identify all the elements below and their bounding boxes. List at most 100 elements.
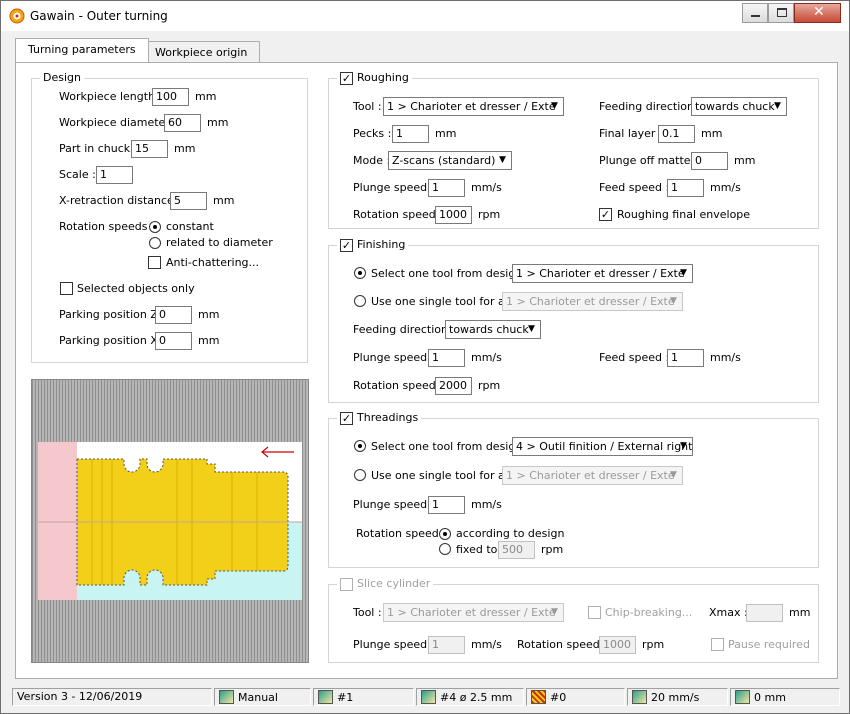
xmax-input[interactable] xyxy=(746,604,783,622)
main-window: Gawain - Outer turning ✕ Turning paramet… xyxy=(0,0,850,714)
threadings-single-tool-combo[interactable]: 1 > Charioter et dresser / Exte ▼ xyxy=(502,466,683,485)
rotation-related-radio[interactable] xyxy=(149,237,161,249)
workpiece-length-input[interactable]: 100 xyxy=(152,88,189,106)
tool-diameter-icon xyxy=(421,690,436,704)
part-in-chuck-label: Part in chuck : xyxy=(59,142,138,155)
roughing-feed-label: Feed speed : xyxy=(599,181,670,194)
tab-turning-parameters[interactable]: Turning parameters xyxy=(15,38,149,62)
selected-objects-label: Selected objects only xyxy=(77,282,195,295)
roughing-tool-select[interactable]: 1 > Charioter et dresser / Exte ▼ xyxy=(383,97,564,116)
chevron-down-icon: ▼ xyxy=(670,470,677,480)
roughing-rotation-unit: rpm xyxy=(478,208,501,221)
chevron-down-icon: ▼ xyxy=(551,101,558,111)
manual-mode-icon xyxy=(219,690,234,704)
rotation-fixed-input[interactable]: 500 xyxy=(498,541,535,559)
roughing-envelope-checkbox[interactable]: ✓ xyxy=(599,208,612,221)
tab-workpiece-origin[interactable]: Workpiece origin xyxy=(142,41,261,63)
status-version: Version 3 - 12/06/2019 xyxy=(12,688,212,706)
anti-chattering-checkbox[interactable] xyxy=(148,256,161,269)
slice-plunge-input[interactable]: 1 xyxy=(428,636,465,654)
finishing-single-tool-combo[interactable]: 1 > Charioter et dresser / Exte ▼ xyxy=(502,292,683,311)
workpiece-drawing xyxy=(38,442,302,600)
pecks-label: Pecks : xyxy=(353,127,392,140)
plunge-off-label: Plunge off matter : xyxy=(599,154,703,167)
threadings-select-tool-label: Select one tool from design : xyxy=(371,440,530,453)
parking-z-label: Parking position Z : xyxy=(59,308,166,321)
plunge-off-input[interactable]: 0 xyxy=(691,152,728,170)
threadings-plunge-unit: mm/s xyxy=(471,498,502,511)
maximize-button[interactable] xyxy=(768,3,794,23)
part-in-chuck-input[interactable]: 15 xyxy=(131,140,168,158)
roughing-checkbox[interactable]: ✓ xyxy=(340,72,353,85)
slice-plunge-unit: mm/s xyxy=(471,638,502,651)
roughing-rotation-label: Rotation speed : xyxy=(353,208,443,221)
threadings-plunge-label: Plunge speed : xyxy=(353,498,435,511)
status-speed-text: 20 mm/s xyxy=(651,691,700,704)
finishing-checkbox[interactable]: ✓ xyxy=(340,239,353,252)
scale-input[interactable]: 1 xyxy=(96,166,133,184)
threadings-select-tool-radio[interactable] xyxy=(354,440,366,452)
finishing-rotation-input[interactable]: 2000 xyxy=(435,377,472,395)
workpiece-length-unit: mm xyxy=(195,90,217,103)
rotation-design-label: according to design xyxy=(456,527,565,540)
finishing-feeddir-select[interactable]: towards chuck ▼ xyxy=(445,320,541,339)
parking-z-input[interactable]: 0 xyxy=(155,306,192,324)
roughing-plunge-input[interactable]: 1 xyxy=(428,179,465,197)
threadings-select-tool-combo[interactable]: 4 > Outil finition / External right ▼ xyxy=(512,437,693,456)
selected-objects-checkbox[interactable] xyxy=(60,282,73,295)
status-mode-text: Manual xyxy=(238,691,278,704)
roughing-feed-input[interactable]: 1 xyxy=(667,179,704,197)
final-layer-unit: mm xyxy=(701,127,723,140)
chip-breaking-checkbox[interactable] xyxy=(588,606,601,619)
finishing-feed-input[interactable]: 1 xyxy=(667,349,704,367)
rotation-constant-radio[interactable] xyxy=(149,221,161,233)
design-title: Design xyxy=(40,71,84,84)
x-retraction-input[interactable]: 5 xyxy=(170,192,207,210)
chevron-down-icon: ▼ xyxy=(680,268,687,278)
status-bar: Version 3 - 12/06/2019 Manual #1 #4 ø 2.… xyxy=(1,685,849,713)
finishing-select-tool-combo[interactable]: 1 > Charioter et dresser / Exte ▼ xyxy=(512,264,693,283)
parking-z-unit: mm xyxy=(198,308,220,321)
slice-rotation-label: Rotation speed : xyxy=(517,638,607,651)
chevron-down-icon: ▼ xyxy=(670,296,677,306)
status-tool-info-text: #4 ø 2.5 mm xyxy=(440,691,513,704)
part-in-chuck-unit: mm xyxy=(174,142,196,155)
finishing-rotation-label: Rotation speed : xyxy=(353,379,443,392)
workpiece-diameter-unit: mm xyxy=(207,116,229,129)
slice-rotation-input[interactable]: 1000 xyxy=(599,636,636,654)
anti-chattering-label: Anti-chattering... xyxy=(166,256,260,269)
x-retraction-unit: mm xyxy=(213,194,235,207)
rotation-fixed-radio[interactable] xyxy=(439,543,451,555)
threadings-checkbox[interactable]: ✓ xyxy=(340,412,353,425)
mode-select[interactable]: Z-scans (standard) ▼ xyxy=(388,151,512,170)
pause-required-checkbox[interactable] xyxy=(711,638,724,651)
roughing-feeddir-select[interactable]: towards chuck ▼ xyxy=(691,97,787,116)
final-layer-input[interactable]: 0.1 xyxy=(658,125,695,143)
finishing-select-tool-radio[interactable] xyxy=(354,267,366,279)
slice-tool-value: 1 > Charioter et dresser / Exte xyxy=(387,606,556,619)
rotation-design-radio[interactable] xyxy=(439,528,451,540)
finishing-plunge-label: Plunge speed : xyxy=(353,351,435,364)
finishing-single-tool-radio[interactable] xyxy=(354,295,366,307)
parking-x-unit: mm xyxy=(198,334,220,347)
pecks-input[interactable]: 1 xyxy=(392,125,429,143)
parking-x-input[interactable]: 0 xyxy=(155,332,192,350)
threadings-plunge-input[interactable]: 1 xyxy=(428,496,465,514)
xmax-unit: mm xyxy=(789,606,811,619)
rotation-constant-label: constant xyxy=(166,220,214,233)
mode-label: Mode : xyxy=(353,154,391,167)
minimize-button[interactable] xyxy=(742,3,768,23)
slice-cylinder-checkbox[interactable] xyxy=(340,578,353,591)
slice-tool-select[interactable]: 1 > Charioter et dresser / Exte ▼ xyxy=(383,603,564,622)
workpiece-preview xyxy=(31,379,309,663)
finishing-feed-label: Feed speed : xyxy=(599,351,670,364)
threadings-single-tool-radio[interactable] xyxy=(354,469,366,481)
roughing-feeddir-value: towards chuck xyxy=(695,100,775,113)
finishing-single-tool-label: Use one single tool for all : xyxy=(371,295,519,308)
roughing-plunge-label: Plunge speed : xyxy=(353,181,435,194)
workpiece-diameter-input[interactable]: 60 xyxy=(164,114,201,132)
rotation-related-label: related to diameter xyxy=(166,236,273,249)
finishing-plunge-input[interactable]: 1 xyxy=(428,349,465,367)
roughing-rotation-input[interactable]: 1000 xyxy=(435,206,472,224)
close-button[interactable]: ✕ xyxy=(794,3,841,23)
